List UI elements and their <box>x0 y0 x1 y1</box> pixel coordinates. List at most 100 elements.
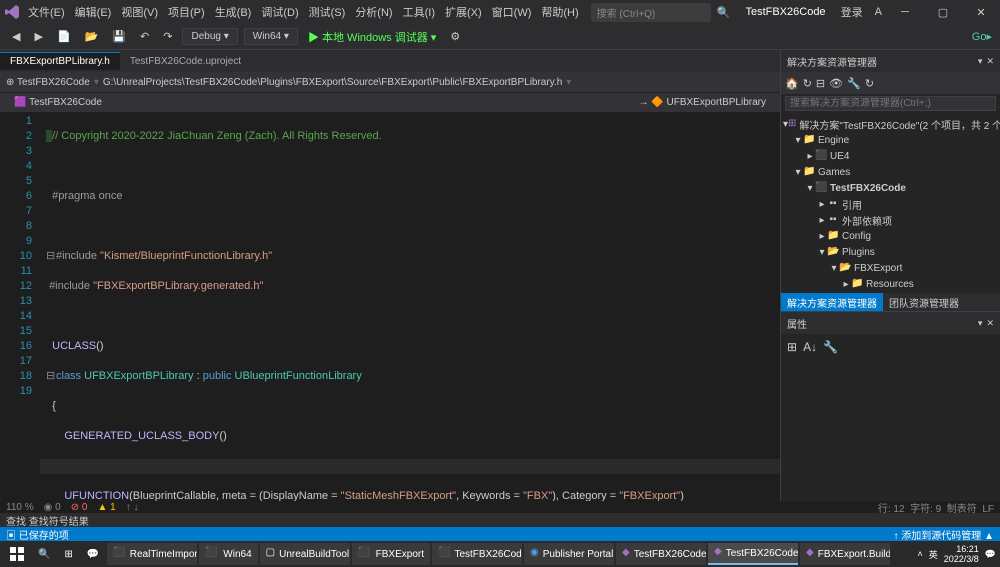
breadcrumb-proj[interactable]: ⊕ TestFBX26Code <box>6 77 90 88</box>
code-content[interactable]: // Copyright 2020-2022 JiaChuan Zeng (Za… <box>40 112 780 501</box>
tabs-mode[interactable]: 制表符 <box>947 504 977 515</box>
main-toolbar: ◀ ▶ 📄 📂 💾 ↶ ↷ Debug ▾ Win64 ▾ ▶ 本地 Windo… <box>0 24 1000 50</box>
crlf-mode[interactable]: LF <box>982 504 994 515</box>
context-right[interactable]: → 🔶 UFBXExportBPLibrary <box>631 97 775 108</box>
props-pin-icon[interactable]: ▾ <box>978 318 983 329</box>
taskbar-item[interactable]: ◉Publisher Portal -... <box>524 543 614 565</box>
taskbar-search[interactable]: 🔍 <box>32 543 56 565</box>
new-file-button[interactable]: 📄 <box>53 28 75 45</box>
tab-sln-explorer[interactable]: 解决方案资源管理器 <box>781 293 883 311</box>
menu-tools[interactable]: 工具(I) <box>403 4 435 20</box>
ext-deps-node[interactable]: ▸▪▪外部依赖项 <box>781 212 1000 228</box>
config-combo[interactable]: Debug ▾ <box>182 28 237 45</box>
proj-node[interactable]: ▾⬛TestFBX26Code <box>781 180 1000 196</box>
taskbar-item-active[interactable]: ◆TestFBX26Code -... <box>708 543 798 565</box>
windows-taskbar: 🔍 ⊞ 💬 ⬛RealTimeImport ⬛Win64 ▢UnrealBuil… <box>0 541 1000 567</box>
menu-edit[interactable]: 编辑(E) <box>75 4 112 20</box>
platform-combo[interactable]: Win64 ▾ <box>244 28 298 45</box>
menu-test[interactable]: 测试(S) <box>309 4 346 20</box>
tray-lang-icon[interactable]: 英 <box>929 548 938 561</box>
task-view[interactable]: ⊞ <box>58 543 78 565</box>
line-gutter: 12345678910111213141516171819 <box>0 112 40 501</box>
ue4-proj[interactable]: ▸⬛UE4 <box>781 148 1000 164</box>
sln-bottom-tabs: 解决方案资源管理器 团队资源管理器 <box>781 293 1000 311</box>
line-col: 行: 12 字符: 9 <box>878 504 941 515</box>
menu-ext[interactable]: 扩展(X) <box>445 4 482 20</box>
panel-pin-icon[interactable]: ▾ <box>978 56 983 67</box>
start-button[interactable] <box>4 543 30 565</box>
sync-icon[interactable]: ↻ <box>803 77 812 90</box>
account-icon[interactable]: A <box>875 6 882 18</box>
system-tray[interactable]: ˄ 英 16:212022/3/8 💬 <box>917 544 996 564</box>
warning-count[interactable]: ▲ 1 <box>97 502 115 513</box>
panel-close-icon[interactable]: ✕ <box>986 56 994 67</box>
menu-project[interactable]: 项目(P) <box>168 4 205 20</box>
issues-count[interactable]: ◉ 0 <box>44 502 61 513</box>
menu-build[interactable]: 生成(B) <box>215 4 252 20</box>
error-count[interactable]: ⊘ 0 <box>71 502 88 513</box>
sln-toolbar: 🏠 ↻ ⊟ 👁 🔧 ↻ <box>781 72 1000 94</box>
menu-analyze[interactable]: 分析(N) <box>355 4 392 20</box>
maximize-button[interactable]: ▢ <box>928 6 958 19</box>
open-button[interactable]: 📂 <box>81 28 103 45</box>
nav-arrows[interactable]: ↑ ↓ <box>126 502 139 513</box>
taskbar-item[interactable]: ◆FBXExport.Build.c... <box>800 543 890 565</box>
menu-file[interactable]: 文件(E) <box>28 4 65 20</box>
find-results-tab[interactable]: 查找 查找符号结果 <box>6 513 89 528</box>
tray-clock[interactable]: 16:212022/3/8 <box>944 544 979 564</box>
sln-node[interactable]: ▾⊞解决方案"TestFBX26Code"(2 个项目，共 2 个) <box>781 116 1000 132</box>
taskbar-item[interactable]: ⬛Win64 <box>199 543 257 565</box>
title-search[interactable]: 搜索 (Ctrl+Q) <box>591 3 711 22</box>
nav-fwd-button[interactable]: ▶ <box>30 28 46 45</box>
notifications-icon[interactable]: 💬 <box>985 549 996 560</box>
refs-node[interactable]: ▸▪▪引用 <box>781 196 1000 212</box>
refresh-icon[interactable]: ↻ <box>865 77 874 90</box>
go-button[interactable]: Go▸ <box>972 30 992 43</box>
save-button[interactable]: 💾 <box>108 28 130 45</box>
login-link[interactable]: 登录 <box>841 4 863 20</box>
context-left[interactable]: 🟪 TestFBX26Code <box>6 97 110 108</box>
undo-button[interactable]: ↶ <box>136 28 153 45</box>
tab-fbxexport-h[interactable]: FBXExportBPLibrary.h <box>0 52 120 70</box>
properties-icon[interactable]: 🔧 <box>847 77 861 90</box>
solution-tree[interactable]: ▾⊞解决方案"TestFBX26Code"(2 个项目，共 2 个) ▾📁Eng… <box>781 114 1000 293</box>
props-cat-icon[interactable]: ⊞ <box>787 340 797 354</box>
tab-team-explorer[interactable]: 团队资源管理器 <box>883 293 965 311</box>
taskbar-item[interactable]: ⬛FBXExport <box>352 543 430 565</box>
plugins-folder[interactable]: ▾📂Plugins <box>781 244 1000 260</box>
show-all-icon[interactable]: 👁 <box>829 77 843 90</box>
resources-folder[interactable]: ▸📁Resources <box>781 276 1000 292</box>
props-wrench-icon[interactable]: 🔧 <box>823 340 838 354</box>
zoom-level[interactable]: 110 % <box>6 502 34 513</box>
menu-view[interactable]: 视图(V) <box>121 4 158 20</box>
taskbar-chat[interactable]: 💬 <box>81 543 105 565</box>
tab-uproject[interactable]: TestFBX26Code.uproject <box>120 53 251 70</box>
collapse-icon[interactable]: ⊟ <box>816 77 825 90</box>
nav-back-button[interactable]: ◀ <box>8 28 24 45</box>
source-control[interactable]: ↑ 添加到源代码管理 ▲ <box>894 527 994 542</box>
props-az-icon[interactable]: A↓ <box>803 340 817 354</box>
games-folder[interactable]: ▾📁Games <box>781 164 1000 180</box>
menu-help[interactable]: 帮助(H) <box>541 4 578 20</box>
code-editor[interactable]: 12345678910111213141516171819 // Copyrig… <box>0 112 780 501</box>
menu-debug[interactable]: 调试(D) <box>261 4 298 20</box>
props-close-icon[interactable]: ✕ <box>986 318 994 329</box>
fbxexport-folder[interactable]: ▾📂FBXExport <box>781 260 1000 276</box>
tool-more-icon[interactable]: ⚙ <box>446 28 464 45</box>
tray-up-icon[interactable]: ˄ <box>917 549 922 559</box>
config-folder[interactable]: ▸📁Config <box>781 228 1000 244</box>
taskbar-item[interactable]: ◆TestFBX26Code -... <box>616 543 706 565</box>
search-icon[interactable]: 🔍 <box>717 6 731 19</box>
run-button[interactable]: ▶ 本地 Windows 调试器 ▾ <box>304 27 440 47</box>
taskbar-item[interactable]: ▢UnrealBuildTool... <box>260 543 350 565</box>
sln-search-input[interactable] <box>785 96 996 111</box>
home-icon[interactable]: 🏠 <box>785 77 799 90</box>
taskbar-item[interactable]: ⬛RealTimeImport <box>107 543 197 565</box>
close-button[interactable]: ✕ <box>966 6 996 19</box>
engine-folder[interactable]: ▾📁Engine <box>781 132 1000 148</box>
taskbar-item[interactable]: ⬛TestFBX26Code <box>432 543 522 565</box>
redo-button[interactable]: ↷ <box>159 28 176 45</box>
minimize-button[interactable]: ─ <box>890 6 920 19</box>
breadcrumb-path[interactable]: G:\UnrealProjects\TestFBX26Code\Plugins\… <box>103 77 562 88</box>
menu-window[interactable]: 窗口(W) <box>492 4 532 20</box>
